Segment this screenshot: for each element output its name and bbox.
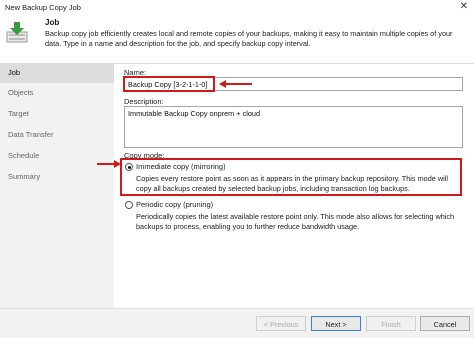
sidebar-item-objects[interactable]: Objects bbox=[0, 84, 114, 103]
immediate-copy-label[interactable]: Immediate copy (mirroring) bbox=[136, 162, 226, 171]
description-textarea[interactable]: Immutable Backup Copy onprem + cloud bbox=[124, 106, 463, 148]
periodic-copy-description: Periodically copies the latest available… bbox=[136, 212, 455, 231]
periodic-copy-radio[interactable] bbox=[125, 201, 133, 209]
backup-copy-icon bbox=[5, 20, 29, 44]
name-highlight-box bbox=[123, 76, 215, 92]
cancel-button[interactable]: Cancel bbox=[420, 316, 470, 331]
immediate-copy-description: Copies every restore point as soon as it… bbox=[136, 174, 449, 193]
previous-button[interactable]: < Previous bbox=[256, 316, 306, 331]
page-description: Backup copy job efficiently creates loca… bbox=[45, 29, 453, 48]
wizard-steps-sidebar: Job Objects Target Data Transfer Schedul… bbox=[0, 64, 114, 308]
page-title: Job bbox=[45, 18, 60, 27]
next-button[interactable]: Next > bbox=[311, 316, 361, 331]
sidebar-item-label: Schedule bbox=[8, 151, 40, 160]
window-title: New Backup Copy Job bbox=[5, 3, 81, 12]
sidebar-item-label: Target bbox=[8, 109, 29, 118]
red-arrow-icon bbox=[97, 160, 121, 168]
periodic-copy-label[interactable]: Periodic copy (pruning) bbox=[136, 200, 213, 209]
close-icon[interactable]: ✕ bbox=[460, 1, 468, 13]
title-bar: New Backup Copy Job ✕ bbox=[0, 0, 474, 16]
sidebar-item-label: Job bbox=[8, 68, 21, 77]
sidebar-item-data-transfer[interactable]: Data Transfer bbox=[0, 126, 114, 145]
immediate-copy-radio[interactable] bbox=[125, 163, 133, 171]
footer-bar: < Previous Next > Finish Cancel bbox=[0, 308, 474, 338]
description-label: Description: bbox=[124, 97, 164, 106]
finish-button[interactable]: Finish bbox=[366, 316, 416, 331]
sidebar-item-label: Data Transfer bbox=[8, 130, 54, 139]
main-panel: Name: Description: Immutable Backup Copy… bbox=[97, 64, 474, 308]
sidebar-item-target[interactable]: Target bbox=[0, 105, 114, 124]
red-arrow-icon bbox=[219, 80, 252, 88]
sidebar-item-label: Summary bbox=[8, 172, 41, 181]
sidebar-item-summary[interactable]: Summary bbox=[0, 168, 114, 187]
header: Job Backup copy job efficiently creates … bbox=[0, 15, 474, 64]
sidebar-item-job[interactable]: Job bbox=[0, 64, 114, 83]
sidebar-item-label: Objects bbox=[8, 88, 34, 97]
